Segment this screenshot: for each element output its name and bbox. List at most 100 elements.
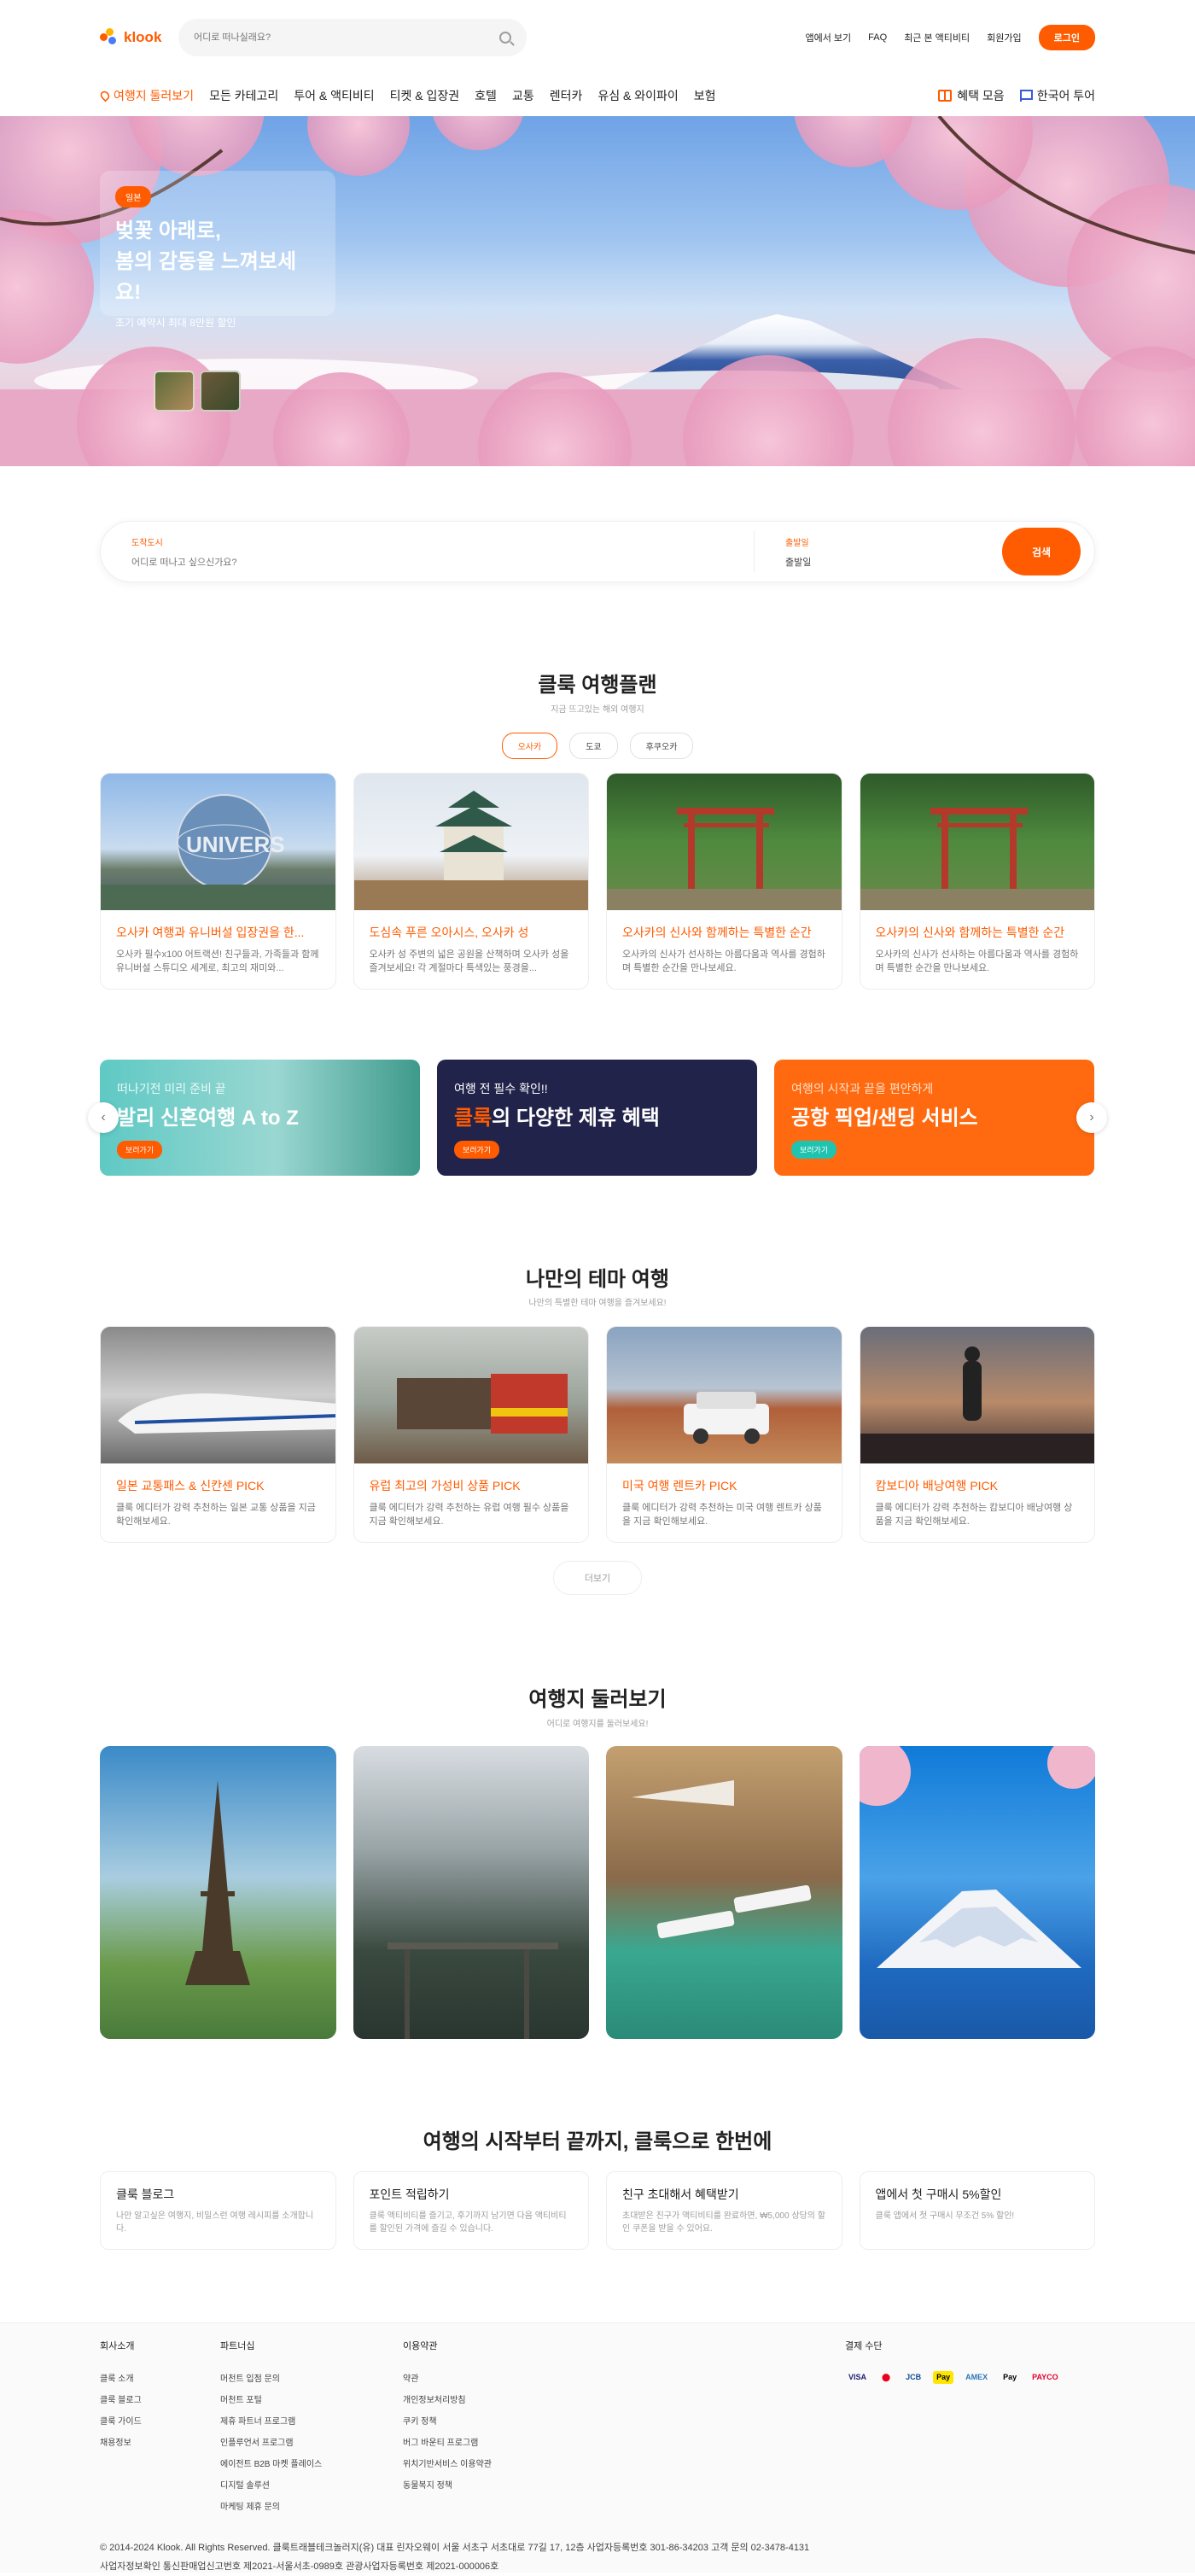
footer-link[interactable]: 개인정보처리방침 bbox=[403, 2392, 574, 2405]
tab-osaka[interactable]: 오사카 bbox=[501, 733, 558, 759]
theme-card[interactable]: 미국 여행 렌트카 PICK 클룩 에디터가 강력 추천하는 미국 여행 렌트카 … bbox=[606, 1326, 842, 1543]
footer-col-partnership: 파트너십 머천트 입점 문의 머천트 포털 제휴 파트너 프로그램 인플루언서 … bbox=[220, 2339, 403, 2521]
feature-desc: 클룩 앱에서 첫 구매시 무조건 5% 할인! bbox=[875, 2211, 1015, 2221]
footer-link[interactable]: 머천트 포털 bbox=[220, 2392, 403, 2405]
feature-title: 친구 초대해서 혜택받기 bbox=[622, 2188, 739, 2201]
destination-field[interactable]: 도착도시 어디로 떠나고 싶으신가요? bbox=[101, 531, 755, 572]
card-title: 오사카 여행과 유니버설 입장권을 한... bbox=[116, 926, 305, 939]
nav-item-insurance[interactable]: 보험 bbox=[694, 87, 716, 104]
banner-button[interactable]: 보러가기 bbox=[117, 1141, 163, 1159]
feature-points[interactable]: 포인트 적립하기 클룩 액티비티를 즐기고, 후기까지 남기면 다음 액티비티를 … bbox=[353, 2171, 589, 2250]
hero-title-line2: 봄의 감동을 느껴보세요! bbox=[115, 250, 297, 304]
theme-card[interactable]: 일본 교통패스 & 신칸센 PICK 클룩 에디터가 강력 추천하는 일본 교통 … bbox=[100, 1326, 336, 1543]
search-icon[interactable] bbox=[499, 32, 511, 44]
footer-link[interactable]: 쿠키 정책 bbox=[403, 2414, 574, 2427]
svg-text:UNIVERS: UNIVERS bbox=[186, 832, 285, 857]
footer-link[interactable]: 머천트 입점 문의 bbox=[220, 2371, 403, 2384]
login-button[interactable]: 로그인 bbox=[1038, 25, 1095, 50]
destination-card-resort[interactable] bbox=[606, 1746, 842, 2039]
footer-link[interactable]: 인플루언서 프로그램 bbox=[220, 2435, 403, 2448]
departure-date-value: 출발일 bbox=[785, 557, 812, 568]
recent-activity-link[interactable]: 최근 본 액티비티 bbox=[904, 31, 970, 44]
hero-badge: 일본 bbox=[115, 186, 152, 207]
hero-thumb-2[interactable] bbox=[200, 371, 241, 412]
more-button[interactable]: 더보기 bbox=[553, 1561, 642, 1595]
promo-banners: 떠나기전 미리 준비 끝 발리 신혼여행 A to Z 보러가기 여행 전 필수… bbox=[100, 1060, 1095, 1176]
footer-link[interactable]: 동물복지 정책 bbox=[403, 2478, 574, 2491]
destination-card-mountain[interactable] bbox=[353, 1746, 589, 2039]
card-image-shinkansen bbox=[101, 1327, 335, 1463]
footer-link[interactable]: 약관 bbox=[403, 2371, 574, 2384]
footer-link[interactable]: 클룩 가이드 bbox=[100, 2414, 220, 2427]
footer-link[interactable]: 클룩 블로그 bbox=[100, 2392, 220, 2405]
destination-card-fuji[interactable] bbox=[859, 1746, 1095, 2039]
banner-rest-text: 의 다양한 제휴 혜택 bbox=[492, 1107, 660, 1130]
logo-text: klook bbox=[124, 29, 162, 45]
theme-card[interactable]: 캄보디아 배낭여행 PICK 클룩 에디터가 강력 추천하는 캄보디아 배낭여행 … bbox=[859, 1326, 1095, 1543]
plan-card[interactable]: 오사카의 신사와 함께하는 특별한 순간 오사카의 신사가 선사하는 아름다움과 … bbox=[859, 773, 1095, 990]
footer-link[interactable]: 위치기반서비스 이용약관 bbox=[403, 2456, 574, 2469]
nav-item-hotel[interactable]: 호텔 bbox=[475, 87, 497, 104]
banner-benefits[interactable]: 여행 전 필수 확인!! 클룩의 다양한 제휴 혜택 보러가기 bbox=[437, 1060, 757, 1176]
footer-link[interactable]: 채용정보 bbox=[100, 2435, 220, 2448]
main-nav: 여행지 둘러보기 모든 카테고리 투어 & 액티비티 티켓 & 입장권 호텔 교… bbox=[98, 75, 1095, 116]
nav-item-rentcar[interactable]: 렌터카 bbox=[550, 87, 583, 104]
feature-title: 클룩 블로그 bbox=[116, 2188, 175, 2201]
card-image-shrine bbox=[607, 774, 842, 910]
footer-link[interactable]: 마케팅 제휴 문의 bbox=[220, 2499, 403, 2512]
footer-link[interactable]: 디지털 솔루션 bbox=[220, 2478, 403, 2491]
chevron-left-icon[interactable]: ‹ bbox=[88, 1102, 119, 1133]
tab-tokyo[interactable]: 도쿄 bbox=[569, 733, 618, 759]
nav-item-all-categories[interactable]: 모든 카테고리 bbox=[209, 87, 278, 104]
signup-link[interactable]: 회원가입 bbox=[987, 31, 1021, 44]
footer: 회사소개 클룩 소개 클룩 블로그 클룩 가이드 채용정보 파트너십 머천트 입… bbox=[0, 2322, 1195, 2573]
plan-card[interactable]: 오사카의 신사와 함께하는 특별한 순간 오사카의 신사가 선사하는 아름다움과 … bbox=[606, 773, 842, 990]
search-button[interactable]: 검색 bbox=[1002, 528, 1081, 575]
feature-invite[interactable]: 친구 초대해서 혜택받기 초대받은 친구가 액티비티를 완료하면, ₩5,000 … bbox=[606, 2171, 842, 2250]
nav-item-korean-tour[interactable]: 한국어 투어 bbox=[1019, 87, 1095, 104]
footer-link[interactable]: 버그 바운티 프로그램 bbox=[403, 2435, 574, 2448]
footer-col-title: 파트너십 bbox=[220, 2341, 255, 2351]
card-title: 미국 여행 렌트카 PICK bbox=[622, 1479, 737, 1492]
plan-cards: UNIVERS 오사카 여행과 유니버설 입장권을 한... 오사카 필수x100… bbox=[100, 773, 1095, 990]
plan-card[interactable]: UNIVERS 오사카 여행과 유니버설 입장권을 한... 오사카 필수x100… bbox=[100, 773, 336, 990]
nav-item-sim-wifi[interactable]: 유심 & 와이파이 bbox=[598, 87, 678, 104]
hero-banner[interactable]: 일본 벚꽃 아래로, 봄의 감동을 느껴보세요! 조기 예약시 최대 8만원 할… bbox=[0, 116, 1195, 466]
hero-promo-card[interactable]: 일본 벚꽃 아래로, 봄의 감동을 느껴보세요! 조기 예약시 최대 8만원 할… bbox=[100, 171, 335, 329]
nav-item-explore[interactable]: 여행지 둘러보기 bbox=[98, 87, 194, 104]
theme-title: 나만의 테마 여행 bbox=[526, 1268, 669, 1291]
nav-item-tickets[interactable]: 티켓 & 입장권 bbox=[390, 87, 460, 104]
payment-title: 결제 수단 bbox=[845, 2341, 883, 2351]
footer-link[interactable]: 에이전트 B2B 마켓 플레이스 bbox=[220, 2456, 403, 2469]
search-input[interactable] bbox=[194, 32, 499, 43]
card-desc: 오사카 성 주변의 넓은 공원을 산책하며 오사카 성을 즐겨보세요! 각 계절… bbox=[369, 949, 569, 973]
faq-link[interactable]: FAQ bbox=[868, 32, 887, 43]
banner-button[interactable]: 보러가기 bbox=[791, 1141, 837, 1159]
card-desc: 오사카 필수x100 어트랙션! 친구들과, 가족들과 함께 유니버설 스튜디오… bbox=[116, 949, 319, 973]
header: klook 앱에서 보기 FAQ 최근 본 액티비티 회원가입 로그인 여행지 … bbox=[98, 0, 1095, 116]
plan-card[interactable]: 도심속 푸른 오아시스, 오사카 성 오사카 성 주변의 넓은 공원을 산책하며 … bbox=[353, 773, 589, 990]
tab-fukuoka[interactable]: 후쿠오카 bbox=[629, 733, 694, 759]
destination-card-paris[interactable] bbox=[100, 1746, 336, 2039]
footer-link[interactable]: 클룩 소개 bbox=[100, 2371, 220, 2384]
app-view-link[interactable]: 앱에서 보기 bbox=[806, 31, 852, 44]
hero-thumb-1[interactable] bbox=[154, 371, 195, 412]
nav-item-transport[interactable]: 교통 bbox=[512, 87, 534, 104]
nav-item-tours[interactable]: 투어 & 액티비티 bbox=[294, 87, 374, 104]
chevron-right-icon[interactable]: › bbox=[1076, 1102, 1107, 1133]
klook-logo[interactable]: klook bbox=[100, 28, 177, 47]
search-bar[interactable] bbox=[178, 19, 527, 56]
banner-button[interactable]: 보러가기 bbox=[454, 1141, 500, 1159]
banner-airport[interactable]: 여행의 시작과 끝을 편안하게 공항 픽업/샌딩 서비스 보러가기 bbox=[774, 1060, 1094, 1176]
departure-date-field[interactable]: 출발일 출발일 bbox=[755, 535, 1002, 569]
nav-item-benefits[interactable]: 혜택 모음 bbox=[938, 87, 1005, 104]
feature-app-discount[interactable]: 앱에서 첫 구매시 5%할인 클룩 앱에서 첫 구매시 무조건 5% 할인! bbox=[859, 2171, 1095, 2250]
theme-card[interactable]: 유럽 최고의 가성비 상품 PICK 클룩 에디터가 강력 추천하는 유럽 여행 … bbox=[353, 1326, 589, 1543]
kakaopay-icon: Pay bbox=[933, 2371, 954, 2384]
card-title: 유럽 최고의 가성비 상품 PICK bbox=[369, 1479, 521, 1492]
banner-bali[interactable]: 떠나기전 미리 준비 끝 발리 신혼여행 A to Z 보러가기 bbox=[100, 1060, 420, 1176]
plan-title: 클룩 여행플랜 bbox=[538, 674, 657, 697]
footer-link[interactable]: 제휴 파트너 프로그램 bbox=[220, 2414, 403, 2427]
footer-legal-line1: © 2014-2024 Klook. All Rights Reserved. … bbox=[100, 2543, 810, 2553]
feature-blog[interactable]: 클룩 블로그 나만 알고싶은 여행지, 비밀스런 여행 레시피를 소개합니다. bbox=[100, 2171, 336, 2250]
